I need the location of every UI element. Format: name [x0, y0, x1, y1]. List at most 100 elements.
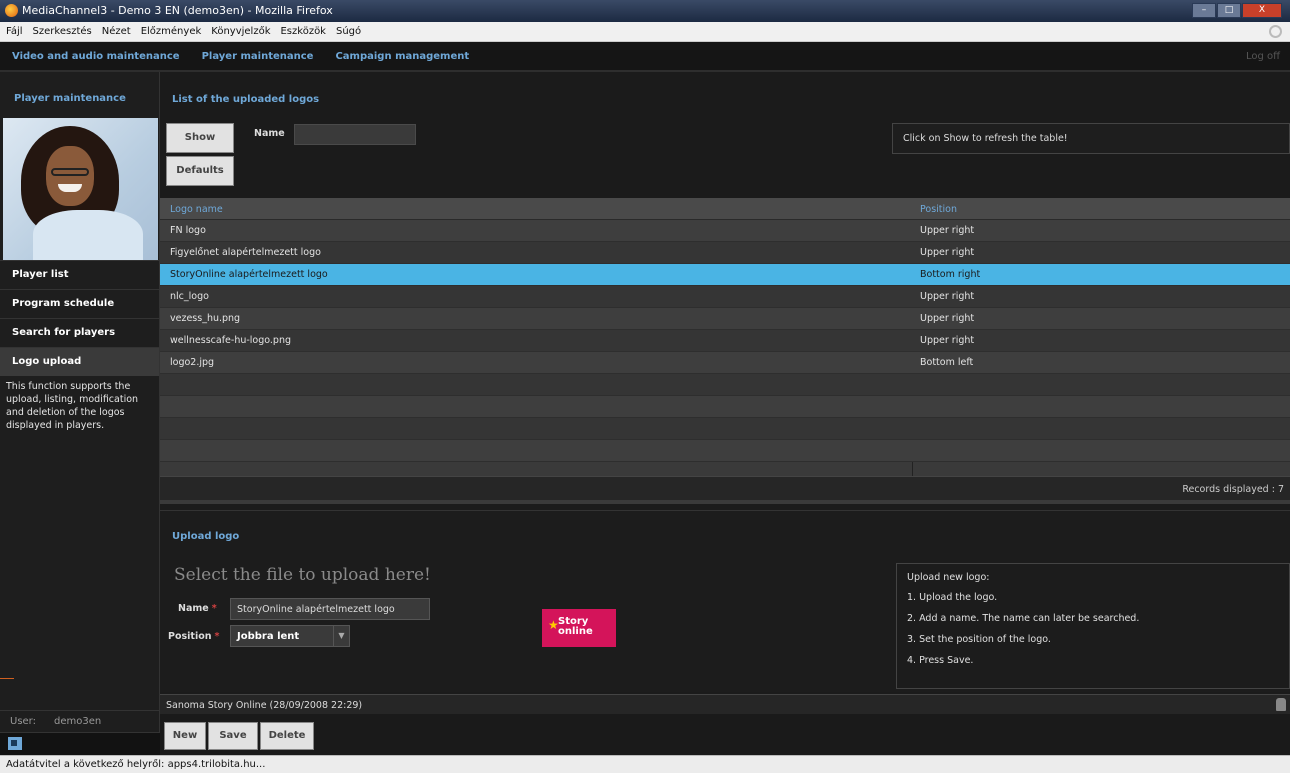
- record-info: Sanoma Story Online (28/09/2008 22:29): [160, 694, 1290, 714]
- row-position: Upper right: [920, 247, 975, 258]
- table-row[interactable]: vezess_hu.png Upper right: [160, 308, 1290, 330]
- menu-file[interactable]: Fájl: [6, 26, 23, 41]
- menu-view[interactable]: Nézet: [102, 26, 131, 41]
- table-row-empty: [160, 440, 1290, 462]
- window-controls: – □ X: [1192, 3, 1282, 18]
- row-position: Bottom left: [920, 357, 974, 368]
- table-row[interactable]: Figyelőnet alapértelmezett logo Upper rig…: [160, 242, 1290, 264]
- table-row[interactable]: nlc_logo Upper right: [160, 286, 1290, 308]
- maximize-button[interactable]: □: [1217, 3, 1241, 18]
- column-logo-name[interactable]: Logo name: [170, 204, 223, 215]
- delete-button[interactable]: Delete: [260, 722, 314, 750]
- position-select-value: Jobbra lent: [237, 631, 300, 642]
- edge-marker: [0, 678, 14, 679]
- row-logo-name: logo2.jpg: [170, 357, 215, 368]
- menu-help[interactable]: Súgó: [336, 26, 361, 41]
- close-button[interactable]: X: [1242, 3, 1282, 18]
- table-header: Logo name Position: [160, 198, 1290, 220]
- menu-bookmarks[interactable]: Könyvjelzők: [211, 26, 270, 41]
- upload-file-prompt[interactable]: Select the file to upload here!: [174, 565, 431, 585]
- table-row-empty: [160, 396, 1290, 418]
- upload-name-input[interactable]: StoryOnline alapértelmezett logo: [230, 598, 430, 620]
- table-row[interactable]: logo2.jpg Bottom left: [160, 352, 1290, 374]
- upload-name-label: Name *: [178, 603, 217, 614]
- main-content: List of the uploaded logos Show Defaults…: [160, 74, 1290, 755]
- sidebar-photo: [3, 118, 158, 260]
- window-title: MediaChannel3 - Demo 3 EN (demo3en) - Mo…: [22, 4, 333, 17]
- window-titlebar: MediaChannel3 - Demo 3 EN (demo3en) - Mo…: [0, 0, 1290, 22]
- sidebar-title: Player maintenance: [14, 93, 126, 104]
- required-mark: *: [214, 631, 220, 642]
- upload-title: Upload logo: [172, 531, 240, 542]
- column-position[interactable]: Position: [920, 204, 957, 215]
- browser-menubar: Fájl Szerkesztés Nézet Előzmények Könyvj…: [0, 22, 1290, 42]
- upload-panel: Upload logo Select the file to upload he…: [160, 510, 1290, 692]
- minimize-button[interactable]: –: [1192, 3, 1216, 18]
- refresh-hint: Click on Show to refresh the table!: [892, 123, 1290, 154]
- row-position: Upper right: [920, 225, 975, 236]
- logo-preview-text: Story online: [558, 616, 593, 637]
- row-logo-name: StoryOnline alapértelmezett logo: [170, 269, 328, 280]
- table-row[interactable]: FN logo Upper right: [160, 220, 1290, 242]
- instruction-step: 4. Press Save.: [907, 655, 974, 666]
- row-position: Upper right: [920, 335, 975, 346]
- nav-campaign-management[interactable]: Campaign management: [335, 51, 469, 62]
- loading-spinner-icon: [1269, 25, 1282, 38]
- table-row[interactable]: wellnesscafe-hu-logo.png Upper right: [160, 330, 1290, 352]
- star-icon: ★: [548, 618, 559, 632]
- exit-icon[interactable]: [8, 737, 22, 750]
- user-info: User: demo3en: [0, 710, 160, 732]
- row-logo-name: nlc_logo: [170, 291, 209, 302]
- user-label: User:: [10, 716, 36, 727]
- sidebar-item-logo-upload[interactable]: Logo upload: [0, 347, 159, 376]
- records-count: Records displayed : 7: [160, 476, 1290, 504]
- row-logo-name: wellnesscafe-hu-logo.png: [170, 335, 292, 346]
- menu-history[interactable]: Előzmények: [141, 26, 202, 41]
- sidebar-description: This function supports the upload, listi…: [6, 381, 139, 431]
- sidebar-item-player-list[interactable]: Player list: [0, 260, 159, 289]
- user-name: demo3en: [54, 716, 102, 727]
- instruction-step: 1. Upload the logo.: [907, 592, 998, 603]
- table-row-empty: [160, 418, 1290, 440]
- instruction-step: 2. Add a name. The name can later be sea…: [907, 613, 1140, 624]
- nav-player-maintenance[interactable]: Player maintenance: [202, 51, 314, 62]
- name-filter-label: Name: [254, 128, 285, 139]
- nav-video-audio[interactable]: Video and audio maintenance: [12, 51, 180, 62]
- table-row-empty: [160, 374, 1290, 396]
- logo-preview: ★ Story online: [542, 609, 616, 647]
- new-button[interactable]: New: [164, 722, 206, 750]
- logo-list-title: List of the uploaded logos: [172, 94, 320, 105]
- top-navigation: Video and audio maintenance Player maint…: [0, 42, 1290, 72]
- show-button[interactable]: Show: [166, 123, 234, 153]
- save-button[interactable]: Save: [208, 722, 258, 750]
- row-position: Bottom right: [920, 269, 981, 280]
- table-row-selected[interactable]: StoryOnline alapértelmezett logo Bottom r…: [160, 264, 1290, 286]
- required-mark: *: [211, 603, 217, 614]
- defaults-button[interactable]: Defaults: [166, 156, 234, 186]
- action-bar: New Save Delete: [160, 714, 1290, 755]
- row-logo-name: Figyelőnet alapértelmezett logo: [170, 247, 321, 258]
- sidebar-item-program-schedule[interactable]: Program schedule: [0, 289, 159, 318]
- firefox-icon: [5, 4, 18, 17]
- sidebar-item-search-players[interactable]: Search for players: [0, 318, 159, 347]
- menu-edit[interactable]: Szerkesztés: [33, 26, 92, 41]
- position-select[interactable]: Jobbra lent ▼: [230, 625, 350, 647]
- name-filter-input[interactable]: [294, 124, 416, 145]
- table-body: FN logo Upper right Figyelőnet alapértelm…: [160, 220, 1290, 462]
- menu-tools[interactable]: Eszközök: [280, 26, 326, 41]
- row-logo-name: vezess_hu.png: [170, 313, 241, 324]
- upload-position-label: Position *: [168, 631, 219, 642]
- instruction-heading: Upload new logo:: [907, 572, 990, 583]
- browser-statusbar: Adatátvitel a következő helyről: apps4.t…: [0, 755, 1290, 773]
- name-label-text: Name: [178, 603, 209, 614]
- lock-icon: [1276, 698, 1286, 711]
- sidebar-footer: [0, 732, 160, 755]
- row-position: Upper right: [920, 313, 975, 324]
- sidebar: Player maintenance Player list Program s…: [0, 72, 160, 755]
- position-label-text: Position: [168, 631, 212, 642]
- chevron-down-icon[interactable]: ▼: [333, 626, 349, 646]
- logoff-link[interactable]: Log off: [1246, 51, 1280, 62]
- row-position: Upper right: [920, 291, 975, 302]
- logo-table: Logo name Position FN logo Upper right Fi…: [160, 198, 1290, 476]
- row-logo-name: FN logo: [170, 225, 206, 236]
